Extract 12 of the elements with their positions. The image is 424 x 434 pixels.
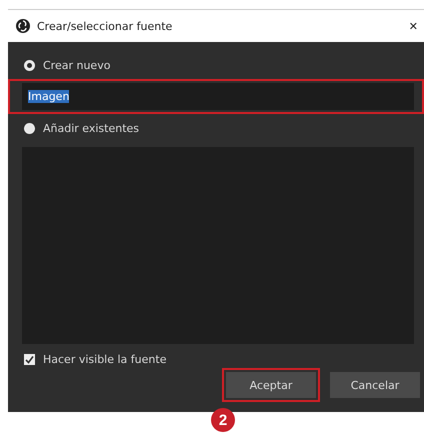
step-badge: 2 [211,408,235,432]
radio-button[interactable] [24,60,35,70]
name-input-field[interactable]: Imagen [22,83,414,110]
close-icon[interactable]: ✕ [408,20,418,32]
radio-label: Añadir existentes [43,122,140,134]
app-logo-icon [16,19,30,33]
window-title: Crear/seleccionar fuente [37,20,172,32]
radio-button[interactable] [24,122,35,134]
radio-label: Crear nuevo [43,58,110,72]
checkbox-label: Hacer visible la fuente [43,353,166,366]
dialog-button[interactable]: Aceptar [222,368,320,402]
checkbox[interactable] [24,354,35,365]
